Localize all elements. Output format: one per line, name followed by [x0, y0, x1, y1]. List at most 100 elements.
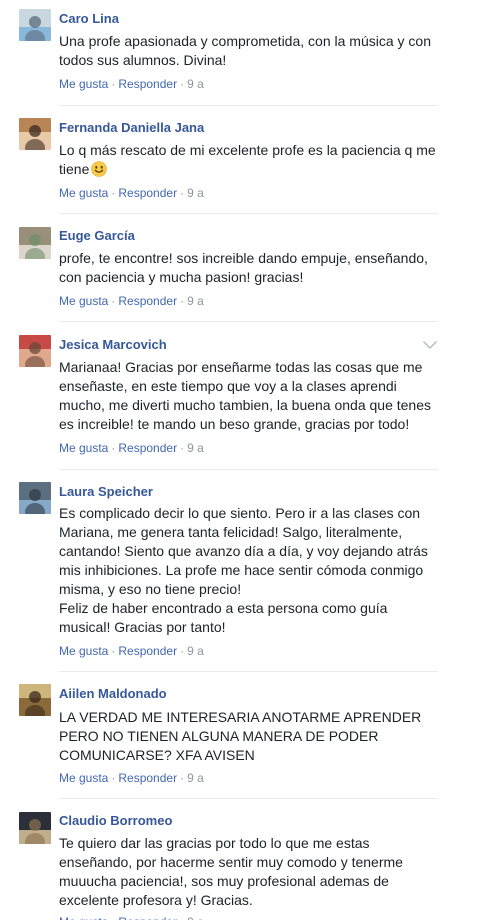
comment-line-text: tiene	[59, 161, 90, 177]
comment-text-line: enseñando, por hacerme sentir muy comodo…	[59, 853, 439, 872]
comment-line-text: Es complicado decir lo que siento. Pero …	[59, 505, 421, 521]
separator-dot: ·	[111, 294, 116, 308]
comment-text-line: misma, y eso no tiene precio!	[59, 580, 439, 599]
avatar[interactable]	[19, 9, 51, 41]
comment-line-text: musical! Gracias por tanto!	[59, 619, 226, 635]
avatar[interactable]	[19, 482, 51, 514]
reply-link[interactable]: Responder	[118, 441, 177, 455]
comment-line-text: excelente profesora y! Gracias.	[59, 892, 253, 908]
like-link[interactable]: Me gusta	[59, 294, 108, 308]
comment-author-link[interactable]: Claudio Borromeo	[59, 813, 172, 829]
comment-line-text: todos sus alumnos. Divina!	[59, 52, 227, 68]
comment-text-line: cantando! Siento que avanzo día a día, y…	[59, 542, 439, 561]
comment-text-line: Lo q más rescato de mi excelente profe e…	[59, 141, 439, 160]
comment-author-link[interactable]: Euge García	[59, 228, 135, 244]
comment-line-text: LA VERDAD ME INTERESARIA ANOTARME APREND…	[59, 709, 422, 725]
comment-author-link[interactable]: Jesica Marcovich	[59, 337, 167, 353]
separator-dot: ·	[111, 644, 116, 658]
avatar[interactable]	[19, 227, 51, 259]
comment-divider	[59, 105, 438, 106]
comment-text-line: Feliz de haber encontrado a esta persona…	[59, 599, 439, 618]
comment-line-text: PERO NO TIENEN ALGUNA MANERA DE PODER	[59, 728, 379, 744]
comment-author-link[interactable]: Aiilen Maldonado	[59, 686, 167, 702]
comment-line-text: misma, y eso no tiene precio!	[59, 581, 242, 597]
avatar[interactable]	[19, 812, 51, 844]
comment-text: Te quiero dar las gracias por todo lo qu…	[59, 834, 439, 910]
comment-text-line: Mariana, me genera tanta felicidad! Salg…	[59, 523, 439, 542]
comment-actions: Me gusta·Responder·9 a	[59, 186, 204, 200]
separator-dot: ·	[180, 441, 185, 455]
comment-line-text: con paciencia y mucha pasion! gracias!	[59, 269, 304, 285]
reply-link[interactable]: Responder	[118, 915, 177, 920]
comment-text-line: es increible! te mando un beso grande, g…	[59, 415, 439, 434]
reply-link[interactable]: Responder	[118, 771, 177, 785]
like-link[interactable]: Me gusta	[59, 771, 108, 785]
comment-text-line: mis inhibiciones. La profe me hace senti…	[59, 561, 439, 580]
avatar[interactable]	[19, 118, 51, 150]
comment-text-line: LA VERDAD ME INTERESARIA ANOTARME APREND…	[59, 708, 439, 727]
comment-timestamp[interactable]: 9 a	[187, 644, 204, 658]
comment-line-text: mucho, me diverti mucho tambien, la buen…	[59, 397, 432, 413]
comment-text: LA VERDAD ME INTERESARIA ANOTARME APREND…	[59, 708, 439, 765]
comment-text: profe, te encontre! sos increible dando …	[59, 249, 439, 287]
like-link[interactable]: Me gusta	[59, 644, 108, 658]
comment-timestamp[interactable]: 9 a	[187, 441, 204, 455]
comment-text: Lo q más rescato de mi excelente profe e…	[59, 141, 439, 179]
comment-author-link[interactable]: Caro Lina	[59, 11, 119, 27]
comment-actions: Me gusta·Responder·9 a	[59, 294, 204, 308]
reply-link[interactable]: Responder	[118, 294, 177, 308]
separator-dot: ·	[180, 186, 185, 200]
comment-timestamp[interactable]: 9 a	[187, 771, 204, 785]
comment-text-line: musical! Gracias por tanto!	[59, 618, 439, 637]
comment-text-line: enseñaste, en este tiempo que voy a la c…	[59, 377, 439, 396]
comment-divider	[59, 469, 438, 470]
comment-actions: Me gusta·Responder·9 a	[59, 441, 204, 455]
comment-divider	[59, 798, 438, 799]
separator-dot: ·	[111, 186, 116, 200]
comment-divider	[59, 671, 438, 672]
comment-text-line: PERO NO TIENEN ALGUNA MANERA DE PODER	[59, 727, 439, 746]
avatar[interactable]	[19, 684, 51, 716]
comment-line-text: Mariana, me genera tanta felicidad! Salg…	[59, 524, 403, 540]
comment-timestamp[interactable]: 9 a	[187, 186, 204, 200]
smile-emoji-icon	[91, 161, 108, 177]
comment-text-line: excelente profesora y! Gracias.	[59, 891, 439, 910]
comment-actions: Me gusta·Responder·9 a	[59, 644, 204, 658]
like-link[interactable]: Me gusta	[59, 915, 108, 920]
comment-actions: Me gusta·Responder·9 a	[59, 77, 204, 91]
comment-text-line: COMUNICARSE? XFA AVISEN	[59, 746, 439, 765]
reply-link[interactable]: Responder	[118, 644, 177, 658]
separator-dot: ·	[177, 915, 187, 920]
like-link[interactable]: Me gusta	[59, 186, 108, 200]
comment-timestamp[interactable]: 9 a	[187, 77, 204, 91]
comment-line-text: mis inhibiciones. La profe me hace senti…	[59, 562, 424, 578]
comment-actions: Me gusta·Responder·9 a	[59, 771, 204, 785]
comment-author-link[interactable]: Fernanda Daniella Jana	[59, 120, 204, 136]
comment-line-text: enseñando, por hacerme sentir muy comodo…	[59, 854, 403, 870]
comment-text-line: Una profe apasionada y comprometida, con…	[59, 32, 439, 51]
separator-dot: ·	[180, 771, 185, 785]
comment-text: Marianaa! Gracias por enseñarme todas la…	[59, 358, 439, 434]
reply-link[interactable]: Responder	[118, 186, 177, 200]
comment-timestamp[interactable]: 9 a	[187, 915, 204, 920]
comment-line-text: Marianaa! Gracias por enseñarme todas la…	[59, 359, 423, 375]
reply-link[interactable]: Responder	[118, 77, 177, 91]
comment-author-link[interactable]: Laura Speicher	[59, 484, 153, 500]
comment-line-text: Te quiero dar las gracias por todo lo qu…	[59, 835, 370, 851]
separator-dot: ·	[111, 77, 116, 91]
comment-line-text: Una profe apasionada y comprometida, con…	[59, 33, 431, 49]
comment-line-text: cantando! Siento que avanzo día a día, y…	[59, 543, 428, 559]
comment-line-text: COMUNICARSE? XFA AVISEN	[59, 747, 255, 763]
comment-text-line: Es complicado decir lo que siento. Pero …	[59, 504, 439, 523]
like-link[interactable]: Me gusta	[59, 77, 108, 91]
like-link[interactable]: Me gusta	[59, 441, 108, 455]
separator-dot: ·	[180, 77, 185, 91]
separator-dot: ·	[108, 915, 118, 920]
comment-timestamp[interactable]: 9 a	[187, 294, 204, 308]
avatar[interactable]	[19, 335, 51, 367]
comment-text-line: Marianaa! Gracias por enseñarme todas la…	[59, 358, 439, 377]
chevron-down-icon[interactable]	[422, 339, 438, 351]
comment-line-text: profe, te encontre! sos increible dando …	[59, 250, 428, 266]
separator-dot: ·	[180, 294, 185, 308]
comment-actions: Me gusta·Responder·9 a	[59, 915, 204, 920]
